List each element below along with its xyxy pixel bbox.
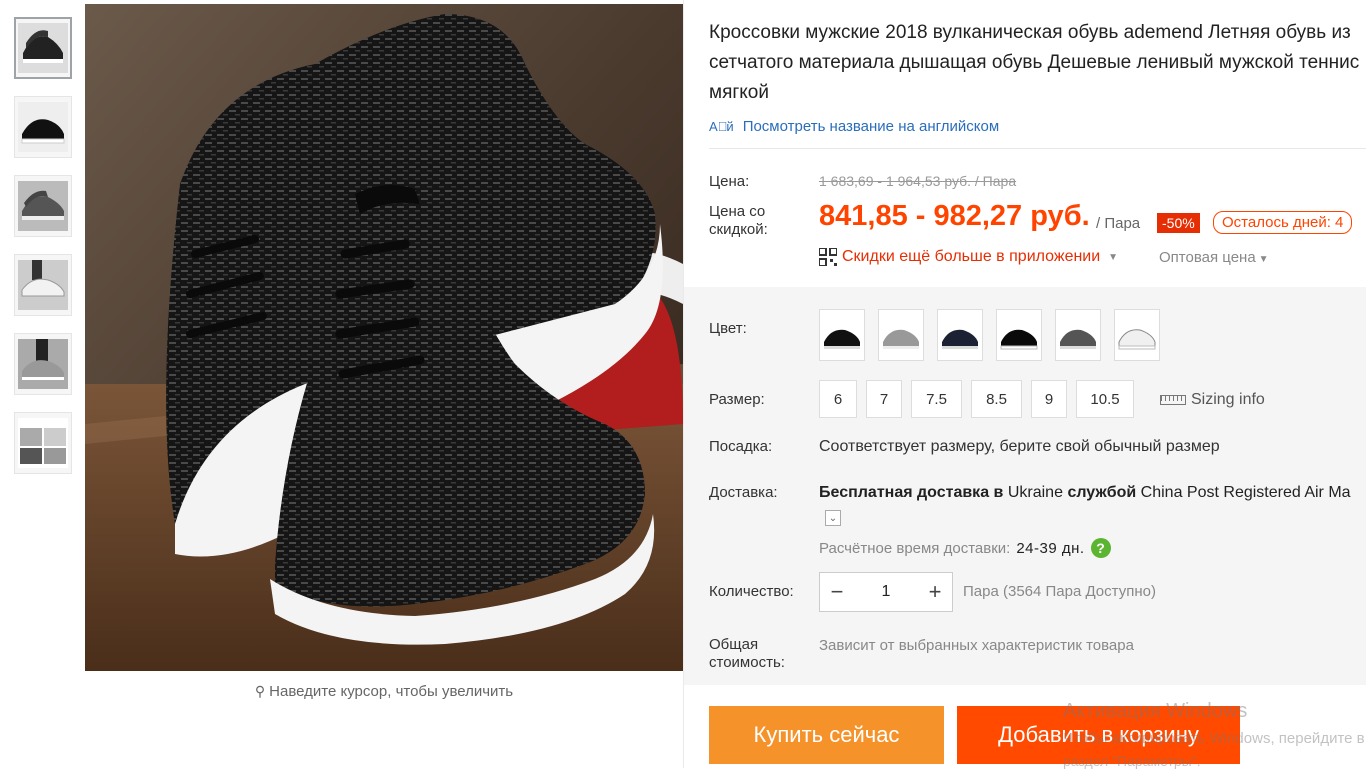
- price-unit: / Пара: [1096, 215, 1141, 232]
- days-left-badge: Осталось дней: 4: [1213, 211, 1353, 234]
- quantity-available: Пара (3564 Пара Доступно): [963, 583, 1156, 600]
- zoom-hint: ⚲ Наведите курсор, чтобы увеличить: [254, 683, 514, 700]
- main-product-image[interactable]: [85, 4, 683, 671]
- quantity-decrease-button[interactable]: −: [826, 579, 848, 605]
- color-swatch-black[interactable]: [819, 309, 865, 361]
- thumbnail-4[interactable]: [14, 254, 72, 316]
- discount-price: 841,85 - 982,27 руб.: [819, 200, 1090, 232]
- app-discount-link[interactable]: Скидки ещё больше в приложении ▼: [819, 248, 1118, 266]
- translate-link-text[interactable]: Посмотреть название на английском: [743, 118, 999, 135]
- total-text: Зависит от выбранных характеристик товар…: [819, 637, 1134, 654]
- fit-label: Посадка:: [709, 438, 773, 455]
- wholesale-label[interactable]: Оптовая цена: [1159, 249, 1256, 266]
- windows-activation-title: Активация Windows: [1063, 700, 1248, 722]
- discount-price-label: Цена со скидкой:: [709, 203, 768, 238]
- color-swatch-navy[interactable]: [937, 309, 983, 361]
- shipping-in: в: [993, 484, 1004, 501]
- size-option[interactable]: 8.5: [971, 380, 1022, 418]
- caret-down-icon: ▼: [1108, 251, 1119, 263]
- delivery-estimate: Расчётное время доставки: 24-39 дн. ?: [819, 538, 1111, 558]
- help-icon[interactable]: ?: [1090, 538, 1111, 558]
- size-option[interactable]: 9: [1031, 380, 1067, 418]
- caret-down-icon: ▼: [1258, 254, 1269, 265]
- app-discount-text[interactable]: Скидки ещё больше в приложении: [842, 248, 1100, 266]
- original-price: 1 683,69 - 1 964,53 руб. / Пара: [819, 173, 1017, 189]
- color-swatches: [819, 309, 1173, 361]
- shipping-info: Бесплатная доставка в Ukraine службой Ch…: [819, 484, 1351, 502]
- size-option[interactable]: 7: [866, 380, 902, 418]
- shipping-via: службой: [1067, 484, 1137, 501]
- shipping-label: Доставка:: [709, 484, 778, 501]
- discount-badge: -50%: [1157, 213, 1200, 233]
- product-title: Кроссовки мужские 2018 вулканическая обу…: [709, 22, 1360, 103]
- qr-code-icon: [819, 248, 837, 266]
- thumbnail-2[interactable]: [14, 96, 72, 158]
- estimate-label: Расчётное время доставки:: [819, 539, 1011, 557]
- free-shipping: Бесплатная доставка: [819, 484, 990, 501]
- translate-title-link[interactable]: A⃝й Посмотреть название на английском: [709, 118, 999, 135]
- thumbnail-3[interactable]: [14, 175, 72, 237]
- color-swatch-dark-gray[interactable]: [1055, 309, 1101, 361]
- size-option[interactable]: 6: [819, 380, 857, 418]
- size-options: 6 7 7.5 8.5 9 10.5: [819, 380, 1143, 418]
- wholesale-price-dropdown[interactable]: Оптовая цена ▼: [1159, 249, 1269, 266]
- size-label: Размер:: [709, 391, 765, 408]
- shipping-country[interactable]: Ukraine: [1008, 484, 1063, 501]
- ruler-icon: [1160, 395, 1186, 405]
- thumbnail-1[interactable]: [14, 17, 72, 79]
- color-swatch-black-white[interactable]: [996, 309, 1042, 361]
- size-option[interactable]: 10.5: [1076, 380, 1134, 418]
- thumbnail-5[interactable]: [14, 333, 72, 395]
- translate-icon: A⃝й: [709, 119, 734, 134]
- quantity-increase-button[interactable]: +: [924, 579, 946, 605]
- color-label: Цвет:: [709, 320, 747, 337]
- color-swatch-gray[interactable]: [878, 309, 924, 361]
- buy-now-button[interactable]: Купить сейчас: [709, 706, 944, 764]
- estimate-days: 24-39 дн.: [1016, 539, 1085, 557]
- windows-activation-line1: Чтобы активировать Windows, перейдите в: [1063, 730, 1365, 747]
- color-swatch-white[interactable]: [1114, 309, 1160, 361]
- divider: [709, 148, 1366, 149]
- sizing-info-text[interactable]: Sizing info: [1191, 391, 1265, 409]
- thumbnail-strip: [14, 17, 74, 491]
- fit-text: Соответствует размеру, берите свой обычн…: [819, 438, 1220, 455]
- sizing-info-link[interactable]: Sizing info: [1160, 391, 1265, 409]
- total-label: Общая стоимость:: [709, 636, 785, 671]
- windows-activation-line2: раздел "Параметры".: [1063, 753, 1201, 769]
- shipping-carrier[interactable]: China Post Registered Air Ma: [1141, 484, 1351, 501]
- quantity-label: Количество:: [709, 583, 794, 600]
- shipping-dropdown-button[interactable]: ⌄: [825, 510, 841, 526]
- magnifier-icon: ⚲: [254, 683, 266, 699]
- quantity-input[interactable]: 1: [882, 583, 891, 601]
- thumbnail-6[interactable]: [14, 412, 72, 474]
- quantity-stepper: − 1 +: [819, 572, 953, 612]
- price-label: Цена:: [709, 173, 750, 190]
- size-option[interactable]: 7.5: [911, 380, 962, 418]
